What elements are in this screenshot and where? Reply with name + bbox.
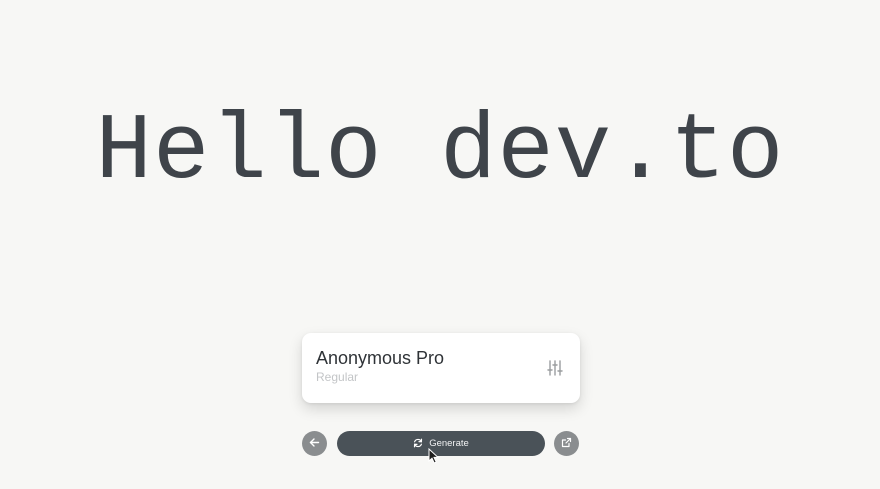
open-external-button[interactable] <box>554 431 579 456</box>
font-card[interactable]: Anonymous Pro Regular <box>302 333 580 403</box>
refresh-icon <box>413 435 423 453</box>
back-button[interactable] <box>302 431 327 456</box>
arrow-left-icon <box>309 435 320 453</box>
generate-button[interactable]: Generate <box>337 431 545 456</box>
external-link-icon <box>561 435 572 453</box>
sliders-icon[interactable] <box>546 359 564 377</box>
font-style: Regular <box>316 370 359 384</box>
mouse-cursor-icon <box>428 447 440 464</box>
font-name: Anonymous Pro <box>316 348 445 368</box>
font-preview-text: Hello dev.to <box>95 100 785 206</box>
app-page: Hello dev.to Anonymous Pro Regular Gener… <box>0 0 880 489</box>
